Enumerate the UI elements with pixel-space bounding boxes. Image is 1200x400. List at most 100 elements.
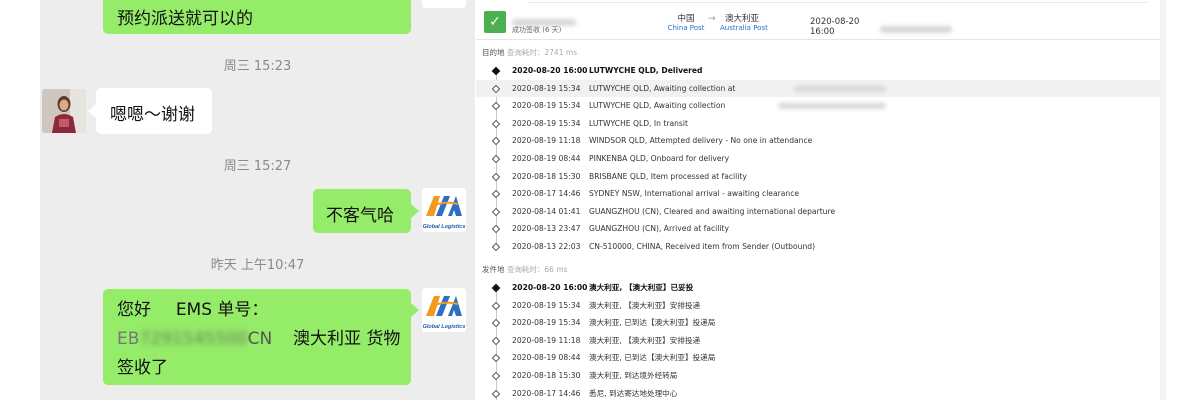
timeline-node-icon — [491, 84, 501, 93]
event-date: 2020-08-18 15:30 — [512, 371, 581, 380]
event-date: 2020-08-19 15:34 — [512, 300, 581, 310]
tracking-event-row: 2020-08-17 14:46 悉尼, 到达寄达地处理中心 — [476, 385, 1162, 400]
event-description: BRISBANE QLD, Item processed at facility — [589, 171, 747, 181]
event-date: 2020-08-17 14:46 — [512, 388, 581, 398]
bubble-tail — [411, 303, 419, 317]
message-bubble-outgoing[interactable]: 预约派送就可以的 — [103, 0, 411, 34]
destination-carrier-link[interactable]: Australia Post — [720, 24, 780, 32]
timeline-node-icon — [491, 283, 501, 293]
scrollbar[interactable] — [1160, 0, 1166, 400]
event-date: 2020-08-13 23:47 — [512, 224, 581, 234]
tracking-event-row: 2020-08-19 08:44 PINKENBA QLD, Onboard fo… — [476, 150, 1162, 168]
message-text: 您好 — [117, 300, 151, 320]
message-line: 您好 EMS 单号： — [117, 295, 268, 325]
message-text: 嗯嗯～谢谢 — [110, 105, 195, 125]
timeline-node-icon — [491, 371, 501, 381]
query-time: 查询耗时：2741 ms — [506, 48, 578, 57]
bubble-tail — [411, 204, 419, 218]
tracking-number-redacted: 7291545500 — [139, 329, 248, 349]
message-bubble-outgoing[interactable]: 不客气哈 — [313, 189, 411, 233]
chat-timestamp: 周三 15:27 — [223, 159, 292, 174]
event-date: 2020-08-19 11:18 — [512, 335, 581, 345]
redacted-text — [794, 85, 886, 92]
tracking-event-row: 2020-08-18 15:30 BRISBANE QLD, Item proce… — [476, 168, 1162, 186]
event-date: 2020-08-17 14:46 — [512, 189, 581, 199]
status-text: 成功签收 (6 天) — [512, 26, 562, 34]
event-date: 2020-08-19 15:34 — [512, 318, 581, 328]
tracking-event-row: 2020-08-19 11:18 澳大利亚, 【澳大利亚】安排投递 — [476, 332, 1162, 350]
message-text: EMS 单号： — [175, 300, 269, 320]
timeline-node-icon — [491, 318, 501, 328]
chat-timestamp: 周三 15:23 — [223, 59, 292, 74]
event-date: 2020-08-18 15:30 — [512, 171, 581, 181]
tracking-event-row: 2020-08-18 15:30 澳大利亚, 到达境外经转局 — [476, 367, 1162, 385]
avatar[interactable]: Global Logistics — [422, 0, 466, 8]
tracking-event-row: 2020-08-13 22:03 CN-510000, CHINA, Receiv… — [476, 238, 1162, 256]
arrow-icon: → — [708, 14, 716, 24]
timeline-node-icon — [491, 207, 501, 217]
timeline-node-icon — [491, 137, 501, 146]
logo-caption: Global Logistics — [422, 224, 466, 230]
message-text: 澳大利亚 货物 — [292, 329, 401, 349]
message-line: EB7291545500CN 澳大利亚 货物 — [117, 324, 400, 354]
event-description: SYDNEY NSW, International arrival - awai… — [589, 189, 800, 199]
event-description: LUTWYCHE QLD, Awaiting collection — [589, 101, 726, 111]
avatar[interactable] — [42, 89, 86, 133]
message-bubble-outgoing[interactable]: 您好 EMS 单号： EB7291545500CN 澳大利亚 货物 签收了 — [103, 289, 411, 385]
origin-carrier-link[interactable]: China Post — [656, 24, 716, 32]
destination-country: 澳大利亚 — [724, 14, 759, 24]
check-icon: ✓ — [484, 11, 506, 33]
message-line: 签收了 — [117, 353, 168, 383]
tracking-event-row: 2020-08-19 15:34 LUTWYCHE QLD, Awaiting c… — [476, 79, 1162, 98]
event-date: 2020-08-20 16:00 — [512, 283, 588, 292]
event-date: 2020-08-13 22:03 — [512, 242, 581, 251]
tracking-event-row: 2020-08-19 11:18 WINDSOR QLD, Attempted d… — [476, 132, 1162, 150]
tracking-number-suffix: CN — [247, 329, 273, 349]
event-date: 2020-08-14 01:41 — [512, 206, 581, 216]
delivered-location-redacted — [880, 18, 952, 37]
origin-country: 中国 — [677, 14, 695, 24]
gla-logo-icon — [426, 296, 462, 316]
event-description: 澳大利亚, 【澳大利亚】安排投递 — [589, 335, 701, 345]
event-description: GUANGZHOU (CN), Arrived at facility — [589, 224, 729, 234]
avatar[interactable]: Global Logistics — [422, 188, 466, 232]
tracking-event-row: 2020-08-19 08:44 澳大利亚, 已到达【澳大利亚】投递局 — [476, 349, 1162, 367]
message-text: 不客气哈 — [326, 206, 394, 226]
tracking-header: ✓ 成功签收 (6 天) 中国 China Post → 澳大利亚 Austra… — [476, 0, 1166, 40]
timeline-node-icon — [491, 336, 501, 346]
event-description: 澳大利亚, 已到达【澳大利亚】投递局 — [589, 353, 716, 363]
query-time: 查询耗时：66 ms — [506, 265, 568, 274]
event-date: 2020-08-19 08:44 — [512, 154, 581, 163]
timeline-node-icon — [491, 389, 501, 398]
event-date: 2020-08-19 15:34 — [512, 118, 581, 128]
timeline-node-icon — [491, 154, 501, 164]
event-description: 澳大利亚, 【澳大利亚】安排投递 — [589, 300, 701, 310]
event-date: 2020-08-20 16:00 — [512, 66, 588, 75]
destination-section-label: 目的地 查询耗时：2741 ms — [482, 47, 577, 58]
tracking-event-row: 2020-08-19 15:34 澳大利亚, 【澳大利亚】安排投递 — [476, 297, 1162, 315]
event-date: 2020-08-19 15:34 — [512, 101, 581, 111]
event-description: 澳大利亚, 已到达【澳大利亚】投递局 — [589, 318, 716, 328]
section-title: 发件地 — [482, 265, 505, 274]
tracking-event-row: 2020-08-20 16:00 LUTWYCHE QLD, Delivered — [476, 62, 1162, 80]
event-description: LUTWYCHE QLD, Delivered — [589, 66, 703, 75]
bubble-tail — [88, 104, 96, 118]
event-description: CN-510000, CHINA, Received item from Sen… — [589, 242, 816, 251]
timeline-node-icon — [491, 354, 501, 363]
tracking-event-row: 2020-08-19 15:34 LUTWYCHE QLD, In transit — [476, 115, 1162, 133]
message-bubble-incoming[interactable]: 嗯嗯～谢谢 — [96, 88, 212, 134]
timeline-node-icon — [491, 301, 501, 310]
message-text: 预约派送就可以的 — [117, 9, 253, 29]
section-title: 目的地 — [482, 48, 505, 57]
event-description: PINKENBA QLD, Onboard for delivery — [589, 154, 730, 163]
event-description: LUTWYCHE QLD, In transit — [589, 118, 688, 128]
message-text: 签收了 — [117, 358, 168, 378]
chat-timestamp: 昨天 上午10:47 — [210, 258, 305, 273]
tracking-event-row: 2020-08-19 15:34 澳大利亚, 已到达【澳大利亚】投递局 — [476, 314, 1162, 332]
tracking-event-row: 2020-08-14 01:41 GUANGZHOU (CN), Cleared … — [476, 203, 1162, 221]
timeline-node-icon — [491, 242, 501, 252]
event-description: 悉尼, 到达寄达地处理中心 — [589, 388, 678, 398]
avatar[interactable]: Global Logistics — [422, 288, 466, 332]
timeline-node-icon — [491, 172, 501, 181]
origin-section-label: 发件地 查询耗时：66 ms — [482, 264, 568, 275]
